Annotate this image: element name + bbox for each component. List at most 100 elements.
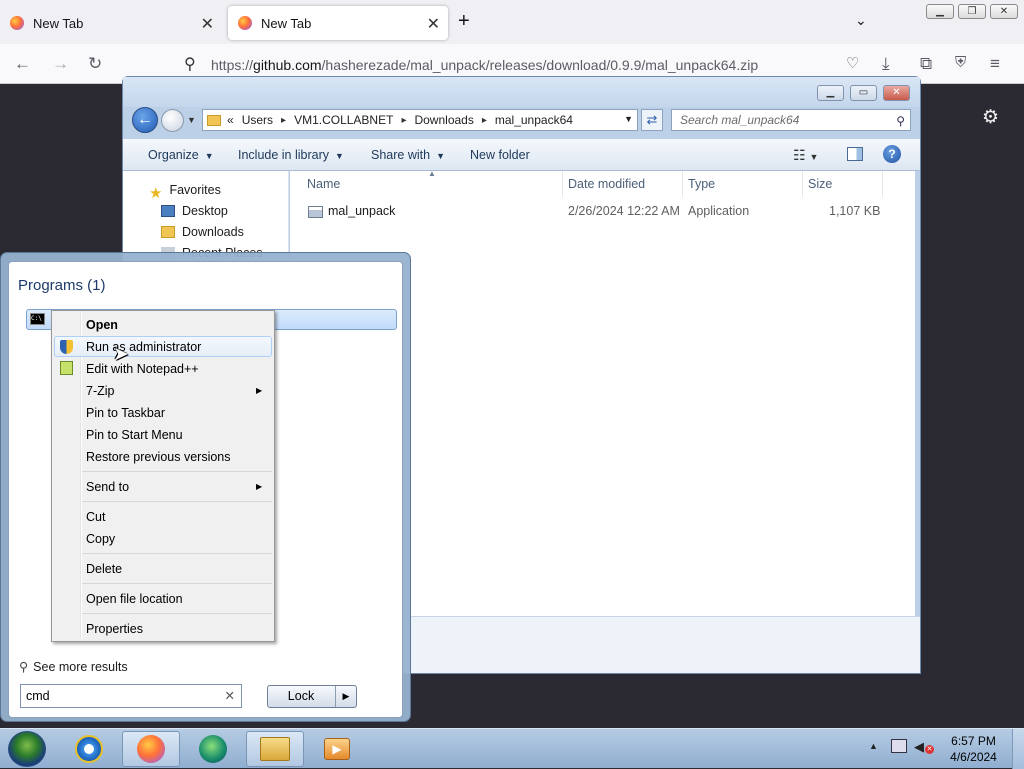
list-all-tabs-icon[interactable]: ⌄ <box>855 12 867 29</box>
menu-item-open[interactable]: Open <box>86 318 118 332</box>
search-icon[interactable]: ⚲ <box>896 111 905 131</box>
menu-item-restore-versions[interactable]: Restore previous versions <box>86 450 231 464</box>
share-with-button[interactable]: Share with ▼ <box>371 148 445 162</box>
taskbar-media[interactable] <box>184 731 242 767</box>
taskbar-media-player[interactable]: ▶ <box>308 731 366 767</box>
browser-tab[interactable]: New Tab ✕ <box>0 6 222 40</box>
uac-shield-icon <box>60 340 73 354</box>
forward-arrow-icon[interactable]: → <box>52 54 69 74</box>
help-icon[interactable]: ? <box>883 145 901 163</box>
change-view-icon[interactable]: ☷ ▼ <box>793 147 818 164</box>
back-arrow-icon[interactable]: ← <box>132 107 158 133</box>
close-tab-icon[interactable]: ✕ <box>427 14 440 34</box>
chevron-right-icon[interactable]: ▸ <box>482 115 487 126</box>
file-date: 2/26/2024 12:22 AM <box>568 204 680 218</box>
new-folder-button[interactable]: New folder <box>470 148 530 162</box>
close-window-button[interactable]: ✕ <box>990 4 1018 19</box>
refresh-icon[interactable]: ⇄ <box>641 109 663 131</box>
menu-item-pin-taskbar[interactable]: Pin to Taskbar <box>86 406 165 420</box>
see-more-label: See more results <box>33 660 128 674</box>
taskbar-internet-explorer[interactable] <box>60 731 118 767</box>
breadcrumb-folder[interactable]: mal_unpack64 <box>495 113 573 127</box>
nav-downloads[interactable]: Downloads <box>161 225 244 239</box>
chevron-right-icon[interactable]: ▸ <box>401 115 406 126</box>
table-row[interactable]: mal_unpack 2/26/2024 12:22 AM Applicatio… <box>290 199 915 223</box>
column-header-date[interactable]: Date modified <box>568 177 645 191</box>
column-divider[interactable] <box>562 171 563 197</box>
downloads-icon[interactable]: ⤓ <box>882 54 890 74</box>
recent-pages-dropdown[interactable]: ▼ <box>187 115 196 125</box>
menu-item-send-to[interactable]: Send to <box>86 480 263 494</box>
back-arrow-icon[interactable]: ← <box>14 54 31 74</box>
gear-icon[interactable]: ⚙ <box>982 106 999 129</box>
folder-icon <box>260 737 290 761</box>
search-input[interactable]: Search mal_unpack64 ⚲ <box>671 109 911 131</box>
menu-item-properties[interactable]: Properties <box>86 622 143 636</box>
clock[interactable]: 6:57 PM 4/6/2024 <box>946 733 1001 765</box>
browser-tab-active[interactable]: New Tab ✕ <box>228 6 448 40</box>
close-tab-icon[interactable]: ✕ <box>201 14 214 34</box>
column-divider[interactable] <box>882 171 883 197</box>
url-path: /hasherezade/mal_unpack/releases/downloa… <box>321 57 759 73</box>
breadcrumb-overflow[interactable]: « <box>227 113 234 127</box>
breadcrumb-user[interactable]: VM1.COLLABNET <box>294 113 393 127</box>
url-host: github.com <box>253 57 322 73</box>
minimize-button[interactable]: ▁ <box>926 4 954 19</box>
reload-icon[interactable]: ↻ <box>88 54 102 74</box>
address-bar[interactable]: « Users ▸ VM1.COLLABNET ▸ Downloads ▸ ma… <box>202 109 638 131</box>
taskbar-firefox[interactable] <box>122 731 180 767</box>
extensions-icon[interactable]: ⧉ <box>920 54 932 74</box>
nav-favorites[interactable]: ★ Favorites <box>149 183 221 202</box>
menu-item-delete[interactable]: Delete <box>86 562 122 576</box>
menu-item-cut[interactable]: Cut <box>86 510 105 524</box>
application-icon <box>308 206 323 218</box>
network-icon[interactable] <box>891 739 907 753</box>
taskbar-explorer[interactable] <box>246 731 304 767</box>
menu-item-pin-start[interactable]: Pin to Start Menu <box>86 428 183 442</box>
maximize-button[interactable]: ▭ <box>850 85 877 101</box>
taskbar: ▶ ▲ ◀ ✕ 6:57 PM 4/6/2024 <box>0 728 1024 769</box>
breadcrumb-users[interactable]: Users <box>242 113 273 127</box>
menu-item-copy[interactable]: Copy <box>86 532 115 546</box>
organize-button[interactable]: Organize ▼ <box>148 148 214 162</box>
new-tab-button[interactable]: + <box>458 10 470 33</box>
nav-desktop-label: Desktop <box>182 204 228 218</box>
column-header-type[interactable]: Type <box>688 177 715 191</box>
include-label: Include in library <box>238 148 330 162</box>
breadcrumb-downloads[interactable]: Downloads <box>414 113 473 127</box>
cmd-icon: C:\ <box>30 313 45 325</box>
menu-separator <box>82 501 272 502</box>
chevron-right-icon[interactable]: ▸ <box>281 115 286 126</box>
clear-search-icon[interactable]: ✕ <box>225 685 235 707</box>
menu-item-run-as-admin[interactable]: Run as administrator <box>86 340 201 354</box>
see-more-results-link[interactable]: ⚲ See more results <box>19 659 128 674</box>
ublock-shield-icon[interactable]: ⛨ <box>955 54 966 71</box>
window-caption: ▁ ▭ ✕ <box>123 77 920 107</box>
lock-button[interactable]: Lock ▶ <box>267 685 357 708</box>
menu-item-7zip[interactable]: 7-Zip <box>86 384 265 398</box>
start-search-input[interactable]: cmd ✕ <box>20 684 242 708</box>
close-button[interactable]: ✕ <box>883 85 910 101</box>
volume-icon[interactable]: ◀ <box>914 739 924 755</box>
show-desktop-button[interactable] <box>1012 729 1024 769</box>
forward-arrow-icon[interactable] <box>161 109 184 132</box>
pocket-icon[interactable]: ♡ <box>846 54 859 72</box>
show-hidden-icons[interactable]: ▲ <box>869 741 878 751</box>
include-in-library-button[interactable]: Include in library ▼ <box>238 148 344 162</box>
column-divider[interactable] <box>802 171 803 197</box>
nav-desktop[interactable]: Desktop <box>161 204 228 218</box>
hamburger-menu-icon[interactable]: ≡ <box>990 54 1000 74</box>
downloads-folder-icon <box>161 226 175 238</box>
start-button[interactable] <box>8 731 46 767</box>
chevron-down-icon[interactable]: ▼ <box>624 114 633 124</box>
column-divider[interactable] <box>682 171 683 197</box>
column-header-size[interactable]: Size <box>808 177 832 191</box>
column-header-name[interactable]: Name <box>307 177 340 191</box>
menu-item-open-file-location[interactable]: Open file location <box>86 592 183 606</box>
power-options-arrow-icon[interactable]: ▶ <box>335 686 356 707</box>
restore-button[interactable]: ❐ <box>958 4 986 19</box>
preview-pane-icon[interactable] <box>847 147 863 161</box>
minimize-button[interactable]: ▁ <box>817 85 844 101</box>
menu-separator <box>82 613 272 614</box>
menu-item-edit-notepadpp[interactable]: Edit with Notepad++ <box>86 362 199 376</box>
